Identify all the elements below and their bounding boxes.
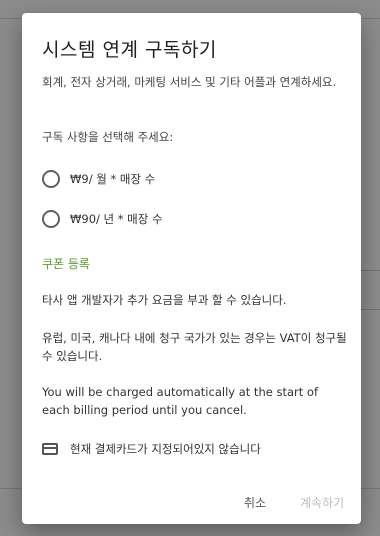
cancel-button[interactable]: 취소 [244, 494, 266, 511]
subscribe-dialog: 시스템 연계 구독하기 회계, 전자 상거래, 마케팅 서비스 및 기타 어플과… [22, 13, 361, 524]
card-status-text: 현재 결제카드가 지정되어있지 않습니다 [70, 442, 261, 456]
payment-card-status: 현재 결제카드가 지정되어있지 않습니다 [42, 441, 261, 457]
billing-note: You will be charged automatically at the… [42, 385, 318, 417]
dialog-title: 시스템 연계 구독하기 [42, 39, 217, 61]
vat-note: 유럽, 미국, 캐나다 내에 청구 국가가 있는 경우는 VAT이 청구될 수 … [42, 331, 347, 363]
subscription-prompt: 구독 사항을 선택해 주세요: [42, 130, 174, 144]
option-label: ₩90/ 년 * 매장 수 [70, 212, 163, 226]
option-label: ₩9/ 월 * 매장 수 [70, 172, 156, 186]
continue-button[interactable]: 계속하기 [300, 494, 344, 511]
monthly-option[interactable]: ₩9/ 월 * 매장 수 [42, 170, 155, 188]
credit-card-icon [42, 443, 58, 455]
radio-button[interactable] [42, 170, 60, 188]
yearly-option[interactable]: ₩90/ 년 * 매장 수 [42, 210, 163, 228]
developer-fee-note: 타사 앱 개발자가 추가 요금을 부과 할 수 있습니다. [42, 293, 287, 307]
dialog-description: 회계, 전자 상거래, 마케팅 서비스 및 기타 어플과 연계하세요. [42, 75, 337, 89]
coupon-register-link[interactable]: 쿠폰 등록 [42, 255, 90, 272]
radio-button[interactable] [42, 210, 60, 228]
